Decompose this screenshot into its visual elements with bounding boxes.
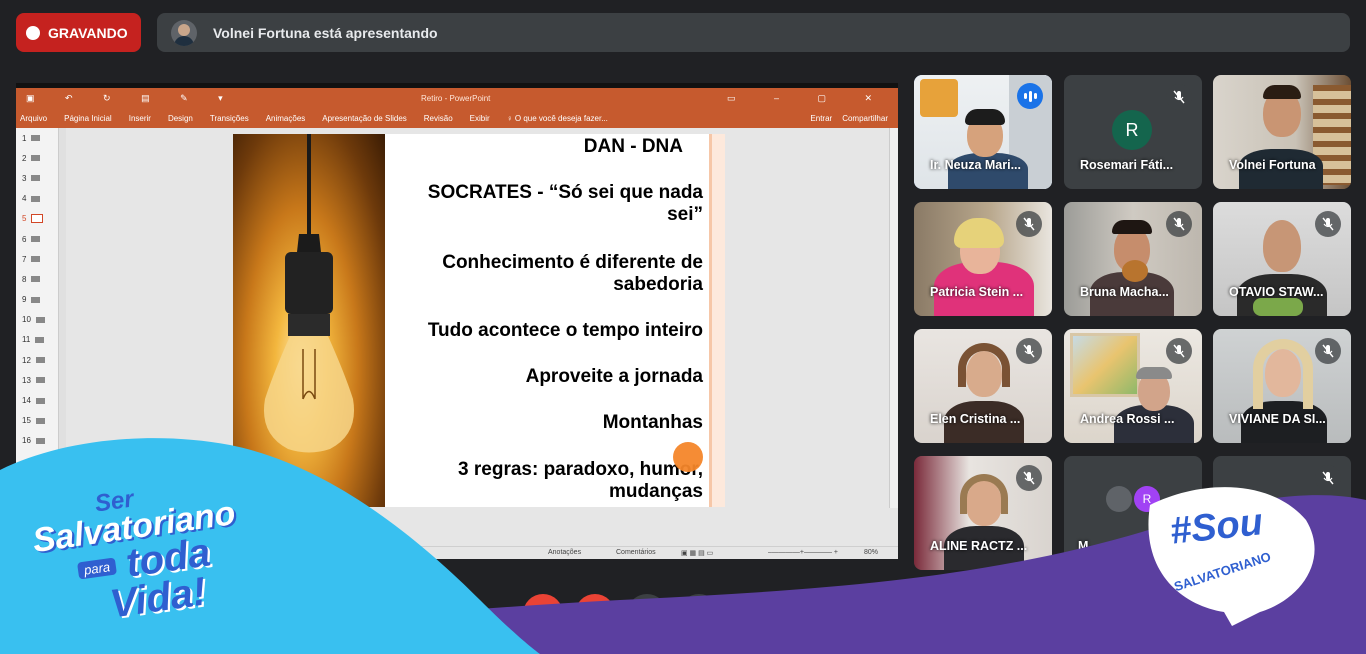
meet-window: GRAVANDO Volnei Fortuna está apresentand… — [0, 0, 1366, 654]
